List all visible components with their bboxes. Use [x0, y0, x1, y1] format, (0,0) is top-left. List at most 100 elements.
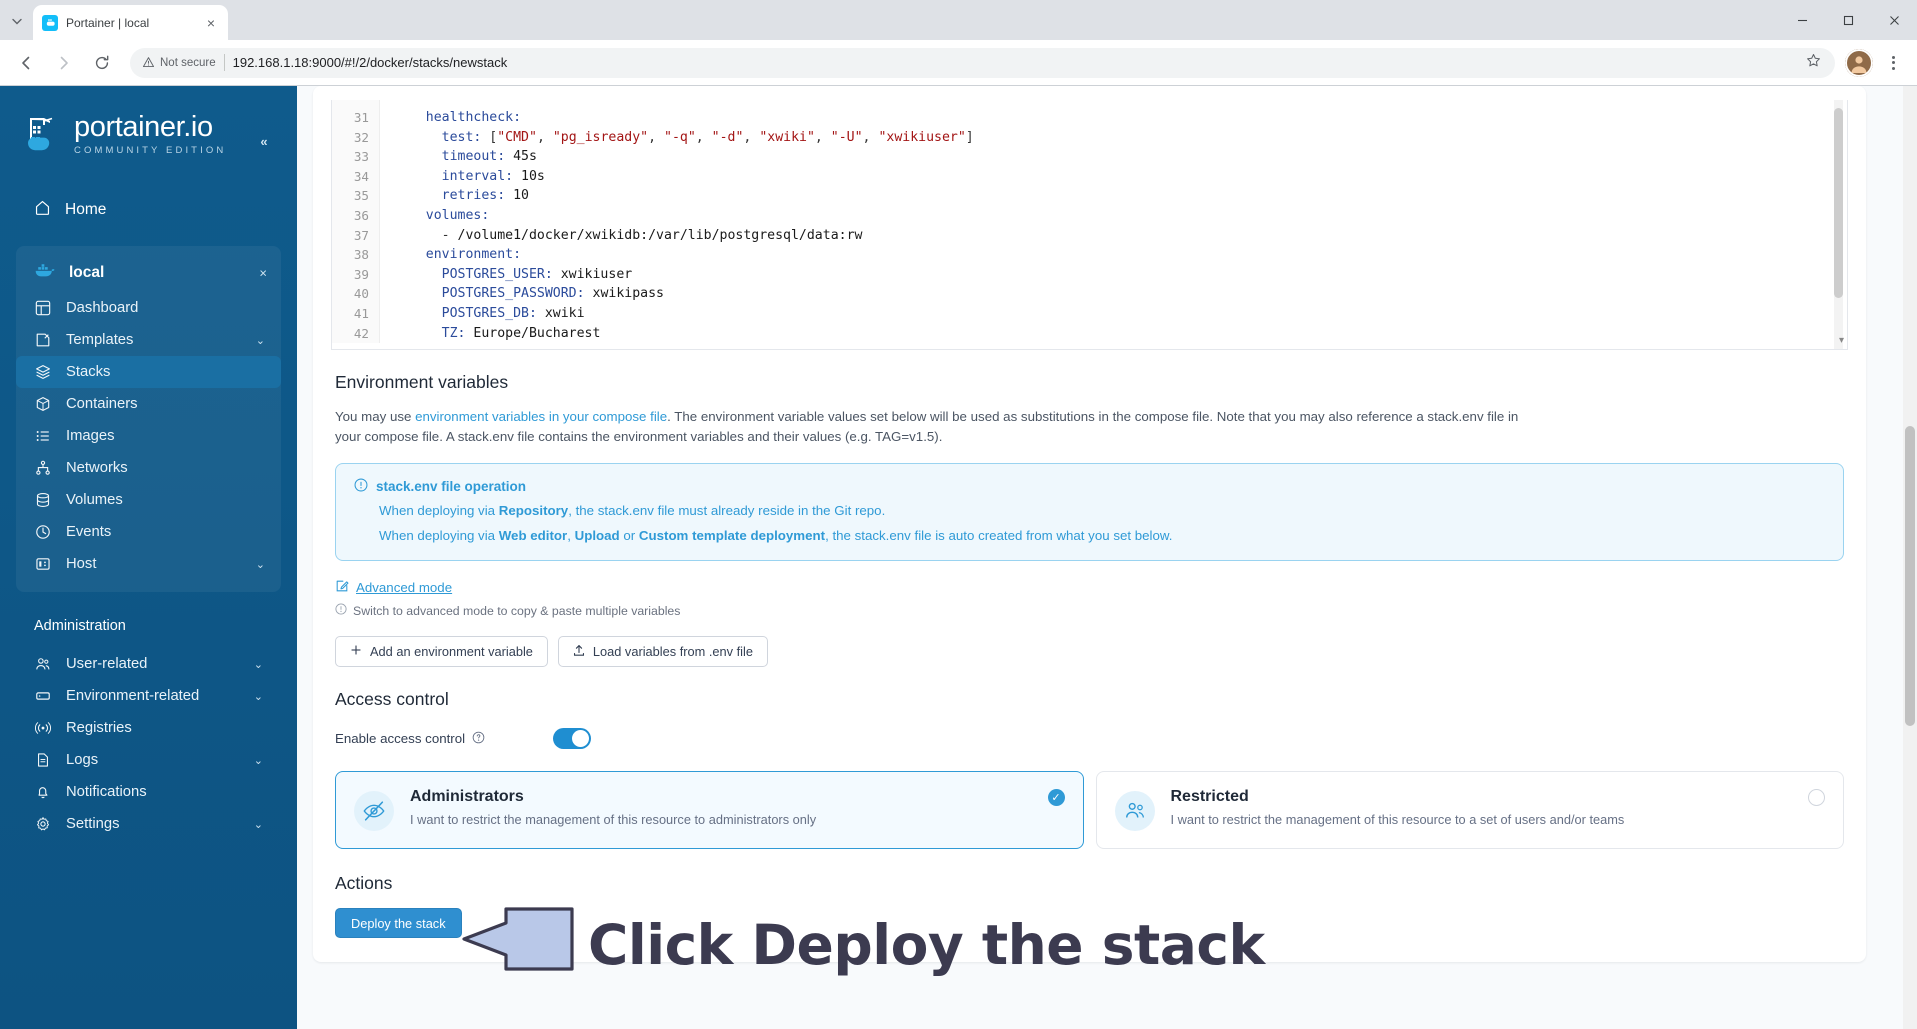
- editor-line[interactable]: POSTGRES_DB: xwiki: [394, 304, 1847, 324]
- load-variables-from-env-file-button[interactable]: Load variables from .env file: [557, 636, 768, 667]
- profile-avatar[interactable]: [1845, 48, 1873, 77]
- sidebar-label: Volumes: [66, 492, 123, 508]
- chevron-down-icon[interactable]: ⌄: [256, 558, 265, 571]
- info-circle-icon: [354, 478, 368, 495]
- code-token: xwikipass: [584, 286, 664, 302]
- editor-line[interactable]: - /volume1/docker/xwikidb:/var/lib/postg…: [394, 226, 1847, 246]
- editor-line[interactable]: POSTGRES_PASSWORD: xwikipass: [394, 284, 1847, 304]
- sidebar-item-logs[interactable]: Logs ⌄: [0, 744, 297, 776]
- compose-editor[interactable]: 31 32 33 34 35 36 37 38 39 40 41 42 healthcheck: te…: [331, 100, 1848, 350]
- editor-code[interactable]: healthcheck: test: ["CMD", "pg_isready",…: [380, 100, 1847, 343]
- code-token: timeout:: [441, 149, 506, 165]
- registries-icon: [34, 720, 52, 736]
- editor-line[interactable]: POSTGRES_USER: xwikiuser: [394, 265, 1847, 285]
- editor-line-number: 34: [353, 168, 369, 184]
- access-option-administrators[interactable]: Administrators I want to restrict the ma…: [335, 771, 1084, 849]
- sidebar-item-environment-related[interactable]: Environment-related ⌄: [0, 680, 297, 712]
- brand-name: portainer.io: [74, 110, 213, 143]
- editor-line[interactable]: healthcheck:: [394, 108, 1847, 128]
- advanced-mode-note: Switch to advanced mode to copy & paste …: [335, 603, 1866, 618]
- sidebar-home-label: Home: [65, 201, 107, 218]
- sidebar-item-events[interactable]: Events: [16, 516, 281, 548]
- tab-close-icon[interactable]: ×: [203, 15, 219, 31]
- editor-line[interactable]: volumes:: [394, 206, 1847, 226]
- back-arrow-icon[interactable]: [10, 47, 42, 79]
- advanced-mode-link[interactable]: Advanced mode: [335, 579, 452, 596]
- sidebar-current-environment[interactable]: local ×: [16, 254, 281, 292]
- chevron-down-icon[interactable]: ⌄: [256, 334, 265, 347]
- bookmark-star-icon[interactable]: [1806, 53, 1821, 73]
- page-scrollbar-thumb[interactable]: [1905, 426, 1915, 726]
- chevron-down-icon[interactable]: ⌄: [254, 658, 263, 671]
- plus-icon: [350, 644, 362, 659]
- templates-icon: [34, 332, 52, 348]
- sidebar-item-containers[interactable]: Containers: [16, 388, 281, 420]
- containers-icon: [34, 396, 52, 412]
- not-secure-label: Not secure: [160, 56, 216, 69]
- sidebar-item-user-related[interactable]: User-related ⌄: [0, 648, 297, 680]
- sidebar-item-images[interactable]: Images: [16, 420, 281, 452]
- home-icon: [34, 199, 51, 221]
- sidebar-item-host[interactable]: Host ⌄: [16, 548, 281, 580]
- chevron-down-icon[interactable]: ⌄: [254, 690, 263, 703]
- editor-line-number: 31: [353, 110, 369, 125]
- forward-arrow-icon[interactable]: [48, 47, 80, 79]
- sidebar-label: Dashboard: [66, 300, 139, 316]
- access-option-radio[interactable]: [1808, 789, 1825, 806]
- access-option-restricted[interactable]: Restricted I want to restrict the manage…: [1095, 771, 1844, 849]
- not-secure-indicator[interactable]: Not secure: [142, 56, 216, 69]
- window-maximize-button[interactable]: [1825, 0, 1871, 40]
- events-clock-icon: [34, 524, 52, 540]
- editor-line-number: 36: [353, 207, 369, 223]
- tab-search-icon[interactable]: [6, 10, 28, 32]
- access-option-selected-check-icon[interactable]: ✓: [1047, 789, 1065, 806]
- sidebar-environment-block: local × Dashboard Templates ⌄ Stacks Con…: [16, 246, 281, 592]
- browser-tab[interactable]: Portainer | local ×: [33, 5, 228, 40]
- sidebar-item-volumes[interactable]: Volumes: [16, 484, 281, 516]
- env-vars-doc-link[interactable]: environment variables in your compose fi…: [415, 409, 667, 424]
- info-box-title: stack.env file operation: [376, 479, 527, 494]
- sidebar-label: Images: [66, 428, 115, 444]
- code-token: test:: [441, 129, 482, 145]
- info-box-line-2: When deploying via Web editor, Upload or…: [354, 527, 1825, 545]
- page-scrollbar-track[interactable]: [1903, 86, 1917, 1029]
- editor-line[interactable]: timeout: 45s: [394, 147, 1847, 167]
- editor-line[interactable]: retries: 10: [394, 186, 1847, 206]
- code-token: xwiki: [536, 305, 585, 321]
- window-close-button[interactable]: [1871, 0, 1917, 40]
- three-dot-menu-icon[interactable]: [1879, 49, 1907, 77]
- code-token: "xwikiuser": [878, 129, 966, 145]
- window-minimize-button[interactable]: [1779, 0, 1825, 40]
- sidebar-item-templates[interactable]: Templates ⌄: [16, 324, 281, 356]
- sidebar-item-dashboard[interactable]: Dashboard: [16, 292, 281, 324]
- logs-icon: [34, 752, 52, 768]
- sidebar-item-notifications[interactable]: Notifications: [0, 776, 297, 808]
- environment-close-icon[interactable]: ×: [259, 266, 267, 281]
- sidebar-collapse-button[interactable]: «: [253, 130, 275, 152]
- address-bar[interactable]: Not secure 192.168.1.18:9000/#!/2/docker…: [130, 47, 1835, 78]
- actions-title: Actions: [335, 873, 393, 893]
- sidebar-item-settings[interactable]: Settings ⌄: [0, 808, 297, 840]
- add-environment-variable-button[interactable]: Add an environment variable: [335, 636, 548, 667]
- enable-access-control-label: Enable access control: [335, 731, 466, 746]
- editor-line[interactable]: TZ: Europe/Bucharest: [394, 324, 1847, 344]
- sidebar-item-home[interactable]: Home: [0, 192, 297, 228]
- enable-access-control-toggle[interactable]: [553, 728, 591, 749]
- editor-line[interactable]: environment:: [394, 245, 1847, 265]
- editor-line[interactable]: test: ["CMD", "pg_isready", "-q", "-d", …: [394, 128, 1847, 148]
- sidebar-item-registries[interactable]: Registries: [0, 712, 297, 744]
- editor-scrollbar-thumb[interactable]: [1834, 108, 1843, 298]
- advanced-mode-label: Advanced mode: [356, 580, 453, 595]
- sidebar-item-networks[interactable]: Networks: [16, 452, 281, 484]
- access-option-description: I want to restrict the management of thi…: [1170, 812, 1625, 827]
- editor-scroll-down-icon[interactable]: ▾: [1839, 335, 1844, 346]
- editor-line-number: 41: [353, 305, 369, 321]
- sidebar-item-stacks[interactable]: Stacks: [16, 356, 281, 388]
- chevron-down-icon[interactable]: ⌄: [254, 754, 263, 767]
- question-circle-icon[interactable]: [472, 731, 485, 747]
- reload-icon[interactable]: [86, 47, 118, 79]
- deploy-the-stack-button[interactable]: Deploy the stack: [335, 908, 462, 938]
- editor-line[interactable]: interval: 10s: [394, 167, 1847, 187]
- chevron-down-icon[interactable]: ⌄: [254, 818, 263, 831]
- stack-env-info-box: stack.env file operation When deploying …: [335, 463, 1844, 561]
